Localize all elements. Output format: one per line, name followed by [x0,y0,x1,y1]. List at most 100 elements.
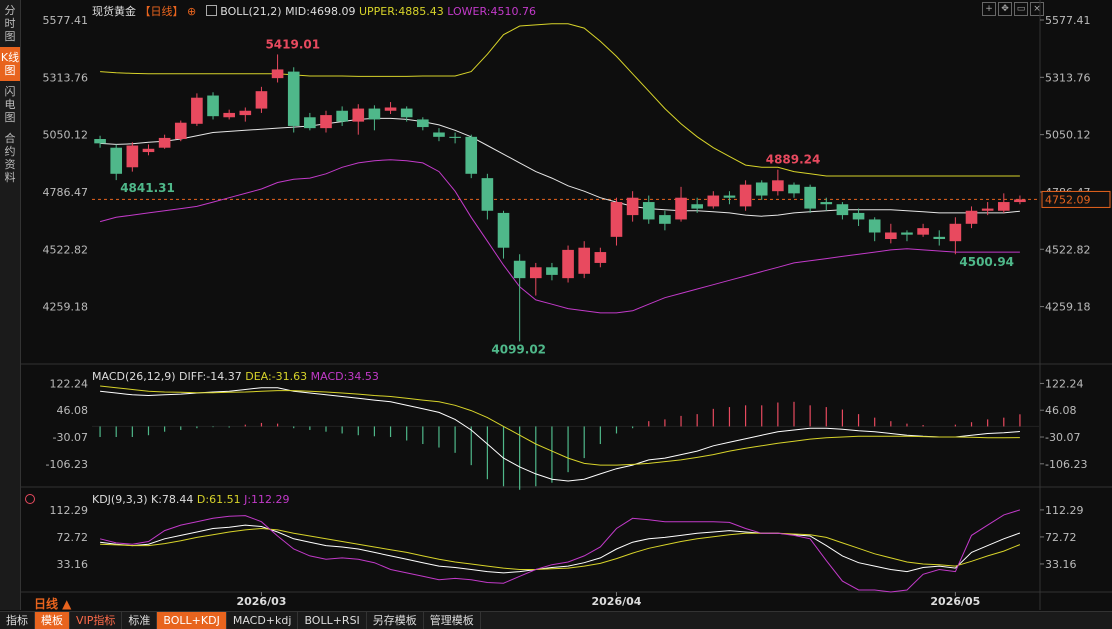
candle-body [126,145,139,168]
kdj-tick-left: 72.72 [57,531,89,544]
x-axis-label: 2026/04 [592,595,642,608]
price-tick-right: 5050.12 [1045,129,1091,142]
candle-body [852,212,865,220]
x-axis-label: 2026/05 [930,595,980,608]
candle-body [610,202,623,237]
bottom-toolbar: 指标 模板 VIP指标 标准 BOLL+KDJ MACD+kdj BOLL+RSI 另存模板管… [0,611,1112,629]
candle-body [836,204,849,216]
macd-tick-right: 46.08 [1045,404,1077,417]
candle-body [271,69,284,79]
period-selector[interactable]: 日线 ▲ [34,595,71,612]
bottom-tab-8[interactable]: 管理模板 [424,612,481,629]
kdj-tick-left: 112.29 [50,504,89,517]
macd-tick-left: -30.07 [53,431,88,444]
kdj-j-line [99,509,1021,593]
bottom-tab-6[interactable]: BOLL+RSI [298,612,367,629]
candle-body [513,260,526,279]
candle-body [320,115,332,129]
price-annotation: 5419.01 [265,37,320,51]
kdj-tick-right: 33.16 [1045,558,1077,571]
price-tick-right: 5577.41 [1045,14,1091,27]
candle-body [642,202,655,220]
candle-body [400,108,413,118]
price-tick-left: 4522.82 [43,243,89,256]
price-tick-right: 5313.76 [1045,71,1091,84]
price-tick-left: 5050.12 [43,129,89,142]
kdj-tick-right: 112.29 [1045,504,1084,517]
bottom-tab-7[interactable]: 另存模板 [367,612,424,629]
candle-body [546,267,558,275]
macd-tick-right: 122.24 [1045,377,1084,390]
macd-tick-left: 122.24 [50,377,89,390]
candle-body [885,232,897,240]
candle-body [384,107,397,111]
price-tick-left: 5313.76 [43,71,89,84]
macd-dea-line [100,385,1020,466]
candle-body [981,208,994,211]
bottom-tab-4[interactable]: BOLL+KDJ [157,612,227,629]
candle-body [110,147,123,174]
macd-diff-line [100,387,1020,482]
candle-body [352,108,365,122]
candle-body [739,184,752,207]
candle-body [691,204,703,209]
kdj-tick-right: 72.72 [1045,531,1077,544]
candle-body [933,236,946,240]
boll-lower-line [99,159,1020,314]
candle-body [788,184,800,194]
candle-body [142,148,155,153]
candle-body [417,119,429,128]
candle-body [239,110,252,116]
candle-body [594,252,607,263]
bottom-tab-0[interactable]: 指标 [0,612,35,629]
chart-canvas[interactable]: 5577.41 5577.41 5313.76 5313.76 5050.12 5050.… [0,0,1112,610]
candle-body [191,97,203,124]
price-tick-right: 4522.82 [1045,243,1091,256]
candle-body [207,95,219,117]
candle-body [481,178,494,211]
boll-mid-line [100,117,1020,217]
candle-body [626,197,639,216]
bottom-tab-2[interactable]: VIP指标 [70,612,123,629]
candle-body [433,132,445,137]
candle-body [174,122,187,140]
candle-body [917,228,929,235]
candle-body [804,186,816,209]
candle-body [675,197,687,220]
candle-body [997,202,1010,211]
candle-body [304,117,316,129]
candle-body [465,136,478,174]
candle-body [901,232,913,235]
candle-body [1014,199,1026,203]
price-annotation: 4889.24 [766,153,821,167]
x-axis-label: 2026/03 [236,595,286,608]
price-annotation: 4500.94 [959,255,1014,269]
price-annotation: 4099.02 [491,342,546,356]
bottom-tab-1[interactable]: 模板 [35,612,70,629]
kdj-tick-left: 33.16 [57,558,89,571]
macd-tick-right: -106.23 [1045,458,1087,471]
candle-body [255,91,268,109]
candle-body [755,182,768,196]
kdj-k-line [100,524,1021,574]
candle-body [659,215,671,224]
candle-body [820,202,833,205]
current-price-label: 4752.09 [1045,193,1091,206]
bottom-tab-5[interactable]: MACD+kdj [227,612,299,629]
bottom-tab-3[interactable]: 标准 [122,612,158,629]
candle-body [723,195,736,198]
candle-body [949,223,962,242]
price-tick-left: 4786.47 [43,186,89,199]
candle-body [707,195,720,207]
candle-body [449,136,461,138]
candle-body [497,212,510,248]
candle-body [287,71,300,126]
macd-tick-left: 46.08 [57,404,89,417]
candle-body [868,219,881,233]
price-tick-right: 4259.18 [1045,301,1091,314]
candle-body [562,249,574,279]
boll-upper-line [100,23,1020,177]
macd-tick-right: -30.07 [1045,431,1080,444]
candle-body [336,110,348,122]
macd-tick-left: -106.23 [46,458,88,471]
